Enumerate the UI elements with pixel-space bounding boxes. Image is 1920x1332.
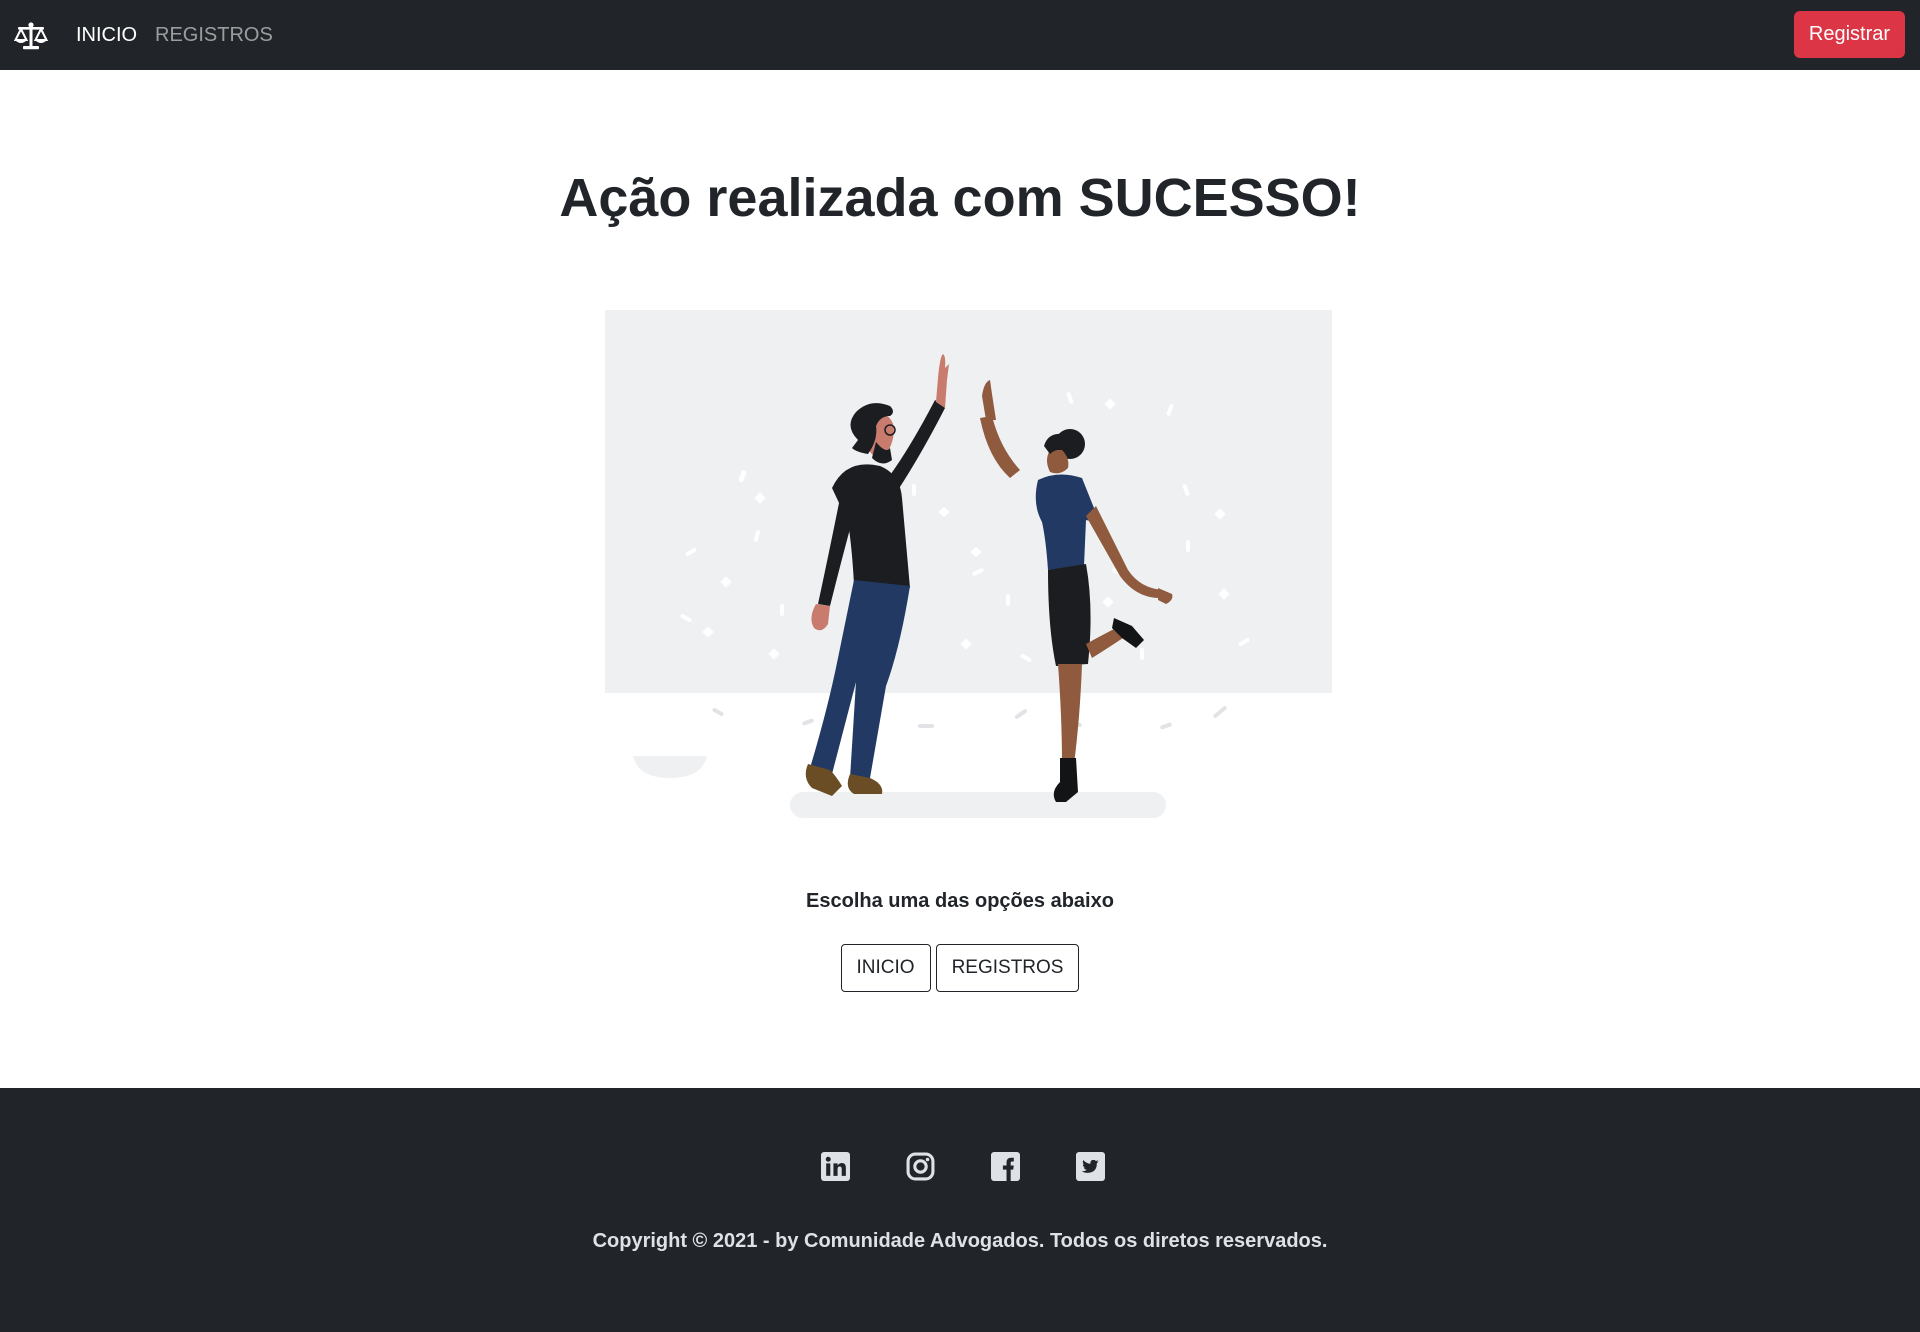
high-five-celebration-illustration bbox=[605, 310, 1332, 818]
page-footer: Copyright © 2021 - by Comunidade Advogad… bbox=[0, 1088, 1920, 1332]
inicio-button[interactable]: INICIO bbox=[840, 944, 931, 992]
twitter-icon[interactable] bbox=[1076, 1152, 1105, 1181]
options-button-group: INICIO REGISTROS bbox=[0, 944, 1920, 992]
top-navbar: INICIO REGISTROS Registrar bbox=[0, 0, 1920, 70]
nav-link-inicio[interactable]: INICIO bbox=[76, 23, 137, 47]
registros-button[interactable]: REGISTROS bbox=[935, 944, 1080, 992]
instagram-icon[interactable] bbox=[906, 1152, 935, 1181]
facebook-icon[interactable] bbox=[991, 1152, 1020, 1181]
social-links bbox=[0, 1152, 1920, 1181]
options-subtitle: Escolha uma das opções abaixo bbox=[806, 890, 1114, 912]
nav-link-registros[interactable]: REGISTROS bbox=[155, 23, 273, 47]
linkedin-icon[interactable] bbox=[821, 1152, 850, 1181]
register-button[interactable]: Registrar bbox=[1794, 11, 1905, 58]
scales-of-justice-icon[interactable] bbox=[14, 22, 48, 50]
copyright-text: Copyright © 2021 - by Comunidade Advogad… bbox=[592, 1230, 1328, 1252]
page-title: Ação realizada com SUCESSO! bbox=[559, 168, 1361, 228]
